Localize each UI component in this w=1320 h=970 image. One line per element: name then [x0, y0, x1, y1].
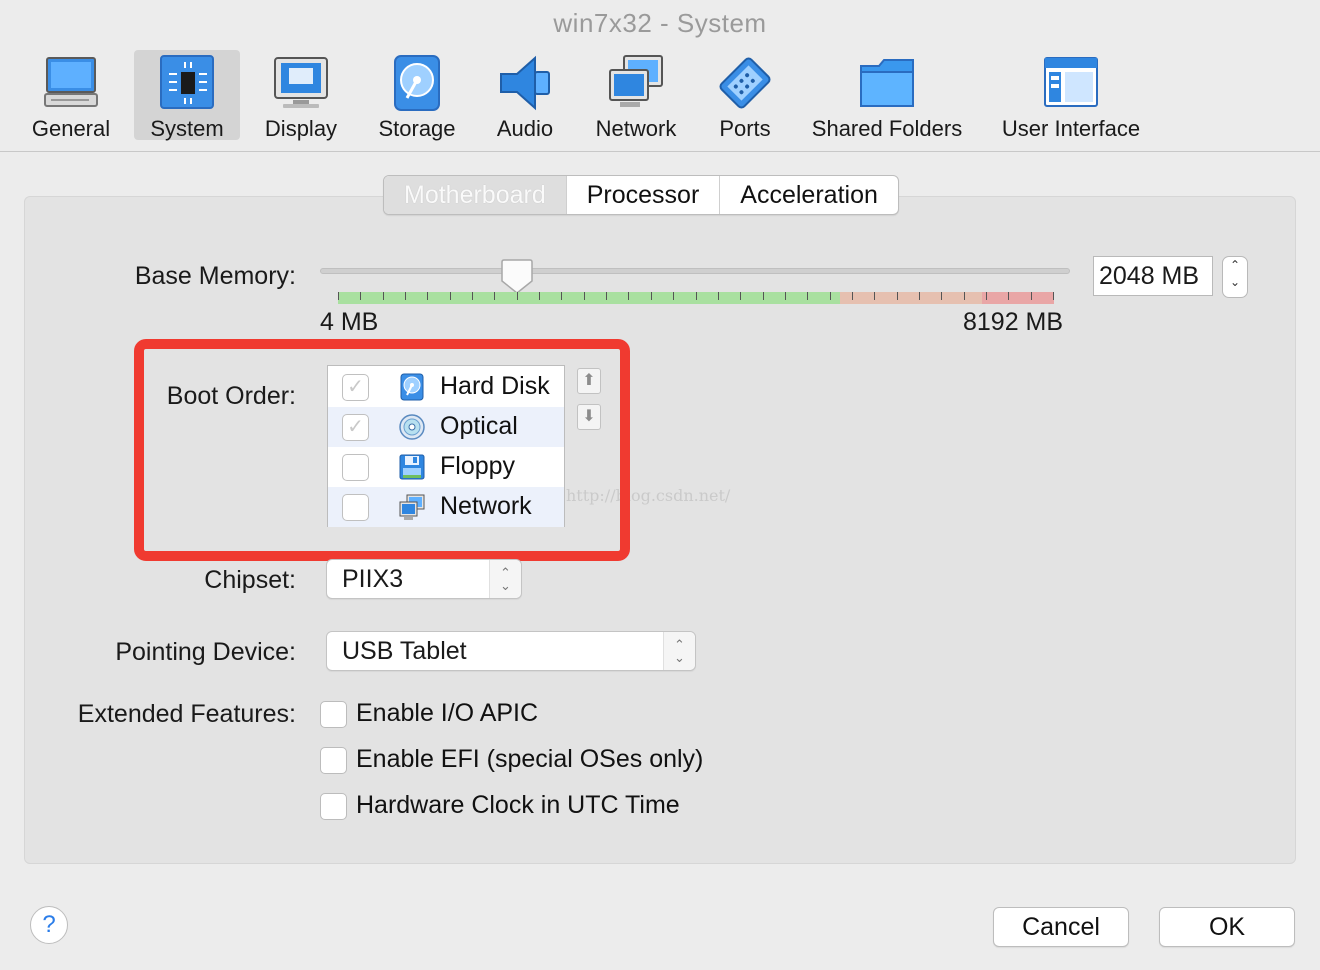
select-chevron-icon[interactable]: ⌃ ⌄	[663, 632, 695, 670]
scale-tick	[494, 292, 495, 300]
tab-processor[interactable]: Processor	[565, 176, 720, 214]
extended-features-label: Extended Features:	[77, 700, 296, 728]
scale-tick	[1008, 292, 1009, 300]
scale-tick	[785, 292, 786, 300]
toolbar-user-interface-button[interactable]: User Interface	[998, 50, 1144, 141]
scale-tick	[651, 292, 652, 300]
settings-window: win7x32 - System General System Display …	[0, 0, 1320, 970]
toolbar-label: Shared Folders	[811, 116, 963, 141]
memory-stepper[interactable]: ⌃ ⌄	[1222, 256, 1248, 298]
storage-disk-icon	[394, 55, 440, 111]
chevron-up-icon[interactable]: ⌃	[1223, 257, 1247, 274]
scale-tick	[450, 292, 451, 300]
scale-tick	[830, 292, 831, 300]
user-interface-window-icon	[1044, 57, 1098, 107]
scale-tick	[383, 292, 384, 300]
toolbar-network-button[interactable]: Network	[590, 50, 682, 141]
toolbar-storage-button[interactable]: Storage	[372, 50, 462, 141]
display-monitor-icon	[274, 57, 328, 108]
toolbar-label: Display	[264, 116, 338, 141]
efi-checkbox[interactable]	[320, 747, 347, 774]
toolbar-label: System	[150, 116, 224, 141]
scale-tick	[941, 292, 942, 300]
pointing-device-value: USB Tablet	[342, 637, 467, 665]
scale-tick	[427, 292, 428, 300]
scale-tick	[517, 292, 518, 300]
ports-connector-icon	[719, 57, 771, 109]
scale-tick	[718, 292, 719, 300]
base-memory-label: Base Memory:	[134, 262, 296, 290]
efi-label: Enable EFI (special OSes only)	[356, 745, 704, 773]
toolbar-display-button[interactable]: Display	[258, 50, 344, 141]
tab-motherboard[interactable]: Motherboard	[384, 176, 566, 214]
settings-toolbar: General System Display Storage Audio Net…	[0, 46, 1320, 152]
tab-acceleration[interactable]: Acceleration	[719, 176, 898, 214]
io-apic-label: Enable I/O APIC	[356, 699, 539, 727]
scale-tick	[539, 292, 540, 300]
scale-tick	[584, 292, 585, 300]
utc-clock-label: Hardware Clock in UTC Time	[356, 791, 680, 819]
scale-tick	[673, 292, 674, 300]
network-monitors-icon	[609, 55, 663, 107]
scale-tick	[874, 292, 875, 300]
memory-slider-track[interactable]	[320, 268, 1070, 274]
boot-order-highlight-box	[134, 339, 630, 561]
scale-tick	[606, 292, 607, 300]
scale-tick	[561, 292, 562, 300]
scale-tick	[360, 292, 361, 300]
chipset-value: PIIX3	[342, 565, 404, 593]
audio-speaker-icon	[500, 55, 550, 111]
utc-clock-checkbox[interactable]	[320, 793, 347, 820]
toolbar-label: User Interface	[1001, 116, 1141, 141]
pointing-device-select[interactable]: USB Tablet ⌃ ⌄	[326, 631, 696, 671]
scale-tick	[338, 292, 339, 300]
toolbar-label: Audio	[496, 116, 554, 141]
cancel-button[interactable]: Cancel	[993, 907, 1129, 947]
system-chip-icon	[160, 55, 214, 109]
toolbar-general-button[interactable]: General	[26, 50, 116, 141]
scale-tick	[807, 292, 808, 300]
chipset-select[interactable]: PIIX3 ⌃ ⌄	[326, 559, 522, 599]
scale-tick	[897, 292, 898, 300]
io-apic-checkbox[interactable]	[320, 701, 347, 728]
shared-folder-icon	[860, 59, 914, 107]
toolbar-audio-button[interactable]: Audio	[490, 50, 560, 141]
memory-min-label: 4 MB	[320, 308, 379, 336]
memory-slider-thumb[interactable]	[500, 259, 534, 295]
memory-scale-ticks	[338, 292, 1054, 304]
window-title: win7x32 - System	[553, 8, 767, 38]
scale-tick	[740, 292, 741, 300]
ok-button[interactable]: OK	[1159, 907, 1295, 947]
scale-tick	[852, 292, 853, 300]
toolbar-label: Storage	[378, 116, 456, 141]
general-icon	[44, 57, 98, 107]
chipset-label: Chipset:	[204, 566, 296, 594]
select-chevron-icon[interactable]: ⌃ ⌄	[489, 560, 521, 598]
scale-tick	[696, 292, 697, 300]
scale-tick	[628, 292, 629, 300]
toolbar-system-button[interactable]: System	[134, 50, 240, 141]
tab-bar: Motherboard Processor Acceleration	[383, 175, 899, 215]
chevron-down-icon[interactable]: ⌄	[1223, 274, 1247, 291]
toolbar-label: Network	[595, 116, 677, 141]
memory-value-field[interactable]: 2048 MB	[1093, 256, 1213, 296]
toolbar-label: Ports	[719, 116, 771, 141]
scale-tick	[986, 292, 987, 300]
scale-tick	[472, 292, 473, 300]
scale-tick	[919, 292, 920, 300]
toolbar-label: General	[31, 116, 111, 141]
scale-tick	[1053, 292, 1054, 300]
memory-max-label: 8192 MB	[963, 308, 1064, 336]
help-button[interactable]: ?	[30, 906, 68, 944]
scale-tick	[763, 292, 764, 300]
scale-tick	[1031, 292, 1032, 300]
toolbar-shared-folders-button[interactable]: Shared Folders	[806, 50, 968, 141]
pointing-device-label: Pointing Device:	[115, 638, 296, 666]
scale-tick	[405, 292, 406, 300]
scale-tick	[964, 292, 965, 300]
toolbar-ports-button[interactable]: Ports	[708, 50, 782, 141]
